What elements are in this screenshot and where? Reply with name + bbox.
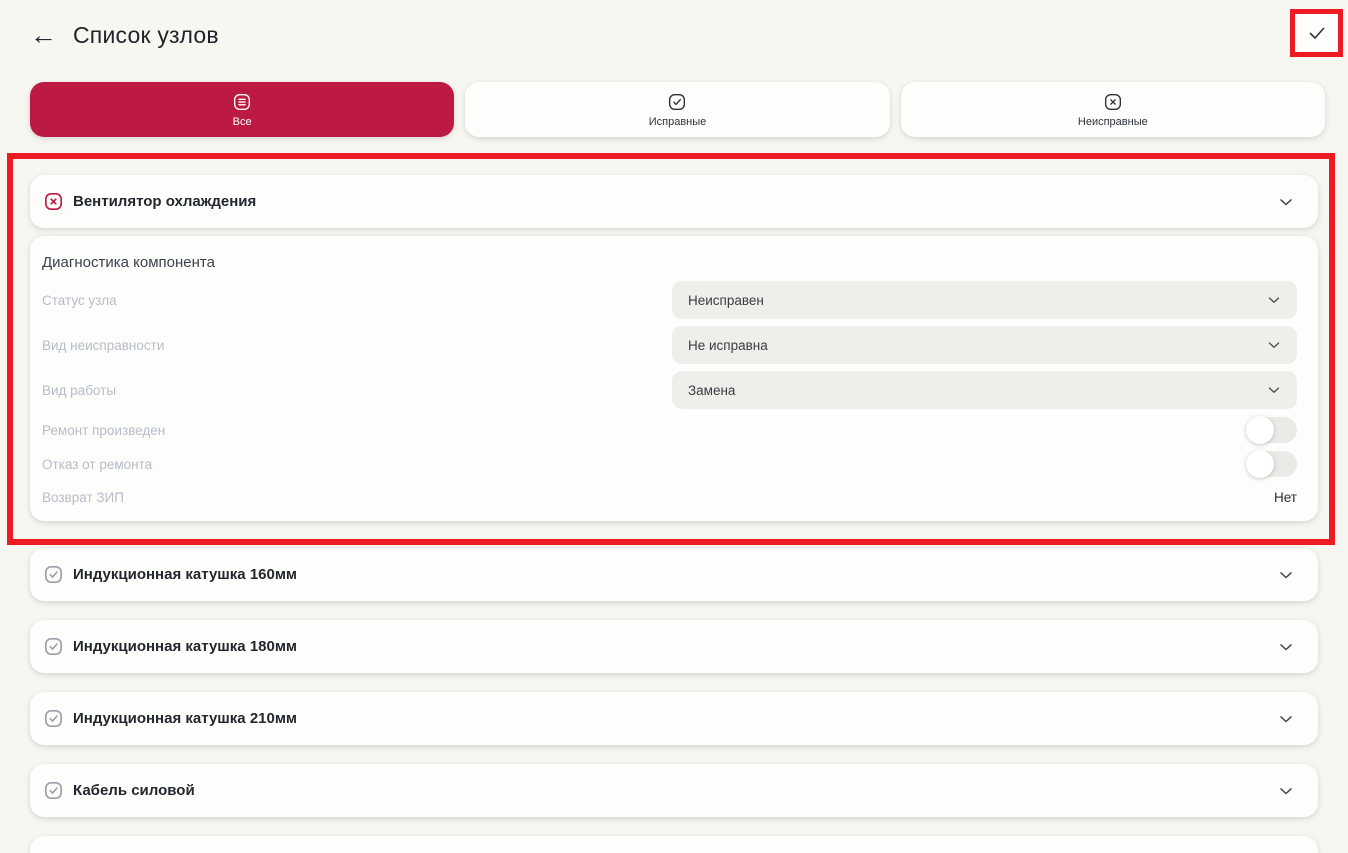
field-row-repair-done: Ремонт произведен: [42, 417, 1297, 443]
node-title: Вентилятор охлаждения: [73, 193, 1276, 210]
chevron-down-icon: [1265, 291, 1283, 309]
check-square-icon: [42, 635, 65, 658]
repair-done-toggle[interactable]: [1247, 417, 1297, 443]
node-header-partial[interactable]: [30, 836, 1318, 853]
node-header-coil-180[interactable]: Индукционная катушка 180мм: [30, 620, 1318, 673]
arrow-left-icon: ←: [30, 20, 57, 50]
node-header-power-cable[interactable]: Кабель силовой: [30, 764, 1318, 817]
app-header: ← Список узлов: [0, 0, 1348, 70]
dropdown-value: Неисправен: [688, 293, 764, 308]
check-square-icon: [42, 707, 65, 730]
dropdown-value: Не исправна: [688, 338, 768, 353]
confirm-button[interactable]: [1305, 21, 1329, 45]
chevron-down-icon: [1276, 565, 1296, 585]
field-row-work-type: Вид работы Замена: [42, 371, 1297, 409]
field-label: Ремонт произведен: [42, 423, 165, 438]
tab-faulty-label: Неисправные: [1078, 117, 1148, 128]
node-title: Индукционная катушка 210мм: [73, 710, 1276, 727]
field-row-zip-return: Возврат ЗИП Нет: [42, 487, 1297, 507]
field-label: Возврат ЗИП: [42, 490, 124, 505]
diagnostics-section-title: Диагностика компонента: [42, 254, 1297, 274]
chevron-down-icon: [1276, 192, 1296, 212]
work-type-dropdown[interactable]: Замена: [672, 371, 1297, 409]
repair-refused-toggle[interactable]: [1247, 451, 1297, 477]
node-header-coil-210[interactable]: Индукционная катушка 210мм: [30, 692, 1318, 745]
dropdown-value: Замена: [688, 383, 735, 398]
x-square-icon: [1102, 91, 1124, 113]
toggle-thumb: [1246, 450, 1274, 478]
field-label: Вид неисправности: [42, 338, 164, 353]
fault-type-dropdown[interactable]: Не исправна: [672, 326, 1297, 364]
field-label: Статус узла: [42, 293, 117, 308]
chevron-down-icon: [1276, 637, 1296, 657]
x-square-icon: [42, 190, 65, 213]
field-label: Вид работы: [42, 383, 116, 398]
page-title: Список узлов: [73, 22, 219, 49]
confirm-button-annotation: [1290, 9, 1343, 57]
node-header-cooling-fan[interactable]: Вентилятор охлаждения: [30, 175, 1318, 228]
field-label: Отказ от ремонта: [42, 457, 152, 472]
check-square-icon: [42, 779, 65, 802]
tab-working-label: Исправные: [649, 117, 707, 128]
tab-all[interactable]: Все: [30, 82, 454, 137]
filter-tabs: Все Исправные Неисправные: [30, 82, 1325, 137]
diagnostics-panel: Диагностика компонента Статус узла Неисп…: [30, 236, 1318, 521]
list-icon: [231, 91, 253, 113]
tab-all-label: Все: [233, 117, 252, 128]
check-square-icon: [666, 91, 688, 113]
checkmark-icon: [1305, 21, 1329, 45]
chevron-down-icon: [1276, 781, 1296, 801]
node-header-coil-160[interactable]: Индукционная катушка 160мм: [30, 548, 1318, 601]
node-status-dropdown[interactable]: Неисправен: [672, 281, 1297, 319]
back-button[interactable]: ←: [30, 22, 57, 49]
node-list: Индукционная катушка 160мм Индукционная …: [0, 548, 1348, 853]
node-title: Индукционная катушка 180мм: [73, 638, 1276, 655]
chevron-down-icon: [1265, 336, 1283, 354]
chevron-down-icon: [1276, 709, 1296, 729]
node-title: Индукционная катушка 160мм: [73, 566, 1276, 583]
tab-working[interactable]: Исправные: [465, 82, 889, 137]
check-square-icon: [42, 563, 65, 586]
chevron-down-icon: [1265, 381, 1283, 399]
node-title: Кабель силовой: [73, 782, 1276, 799]
field-row-node-status: Статус узла Неисправен: [42, 281, 1297, 319]
field-row-fault-type: Вид неисправности Не исправна: [42, 326, 1297, 364]
toggle-thumb: [1246, 416, 1274, 444]
zip-return-value: Нет: [1274, 490, 1297, 505]
tab-faulty[interactable]: Неисправные: [901, 82, 1325, 137]
field-row-repair-refused: Отказ от ремонта: [42, 451, 1297, 477]
